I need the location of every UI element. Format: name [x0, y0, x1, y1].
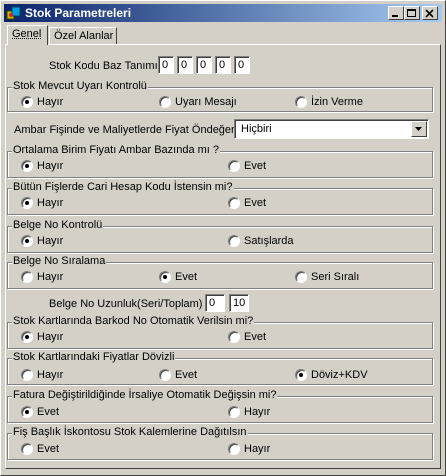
radio-label: Evet: [37, 406, 60, 418]
ortalama-title: Ortalama Birim Fiyatı Ambar Bazında mı ?: [12, 144, 221, 156]
radio-label: Uyarı Mesajı: [175, 96, 237, 108]
radio-label: Satışlarda: [244, 235, 294, 247]
ambar-dropdown-button[interactable]: [411, 121, 427, 137]
mevcut-uyari-title: Stok Mevcut Uyarı Kontrolü: [12, 80, 148, 92]
belge-uzunluk-seri[interactable]: 0: [205, 294, 225, 312]
radio-dot: [21, 96, 33, 108]
chevron-down-icon: [415, 127, 422, 131]
group-cari-hesap: Bütün Fişlerde Cari Hesap Kodu İstensin …: [7, 181, 433, 215]
ambar-fiyat-value: Hiçbiri: [241, 123, 272, 135]
radio-label: Evet: [175, 271, 198, 283]
iskonto-title: Fiş Başlık İskontosu Stok Kalemlerine Da…: [12, 426, 248, 438]
stok-parametreleri-window: Stok Parametreleri Genel Özel Alanlar St…: [0, 0, 446, 476]
radio-dot: [228, 331, 240, 343]
stok-kodu-field-4[interactable]: 0: [215, 56, 231, 74]
cari-hesap-title: Bütün Fişlerde Cari Hesap Kodu İstensin …: [12, 181, 234, 193]
group-doviz: Stok Kartlarındaki Fiyatlar Dövizli: [7, 351, 433, 385]
stok-kodu-field-3[interactable]: 0: [196, 56, 212, 74]
radio-label: Evet: [175, 369, 198, 381]
radio-dot: [159, 369, 171, 381]
group-belge-kontrol: Belge No Kontrolü: [7, 219, 433, 253]
window-title: Stok Parametreleri: [25, 6, 132, 20]
close-icon: [425, 9, 434, 18]
tab-ozel-alanlar-label: Özel Alanlar: [54, 30, 114, 42]
radio-dot: [228, 160, 240, 172]
irsaliye-title: Fatura Değiştirildiğinde İrsaliye Otomat…: [12, 389, 278, 401]
stok-kodu-label: Stok Kodu Baz Tanımı: [49, 60, 158, 72]
radio-label: Hayır: [37, 197, 64, 209]
minimize-icon: [392, 15, 398, 17]
radio-dot: [21, 235, 33, 247]
radio-dot: [21, 443, 33, 455]
radio-dot: [21, 406, 33, 418]
radio-label: Döviz+KDV: [311, 369, 368, 381]
stok-kodu-field-5[interactable]: 0: [234, 56, 250, 74]
stok-kodu-field-1[interactable]: 0: [158, 56, 174, 74]
close-button[interactable]: [422, 6, 438, 20]
radio-label: Seri Sıralı: [311, 271, 360, 283]
belge-uzunluk-label: Belge No Uzunluk(Seri/Toplam): [49, 298, 203, 310]
radio-dot: [159, 96, 171, 108]
radio-label: Hayır: [37, 331, 64, 343]
radio-label: Hayır: [37, 235, 64, 247]
radio-label: Hayır: [37, 369, 64, 381]
radio-dot: [21, 331, 33, 343]
doviz-title: Stok Kartlarındaki Fiyatlar Dövizli: [12, 351, 176, 363]
tab-ozel-alanlar[interactable]: Özel Alanlar: [49, 27, 117, 45]
group-barkod: Stok Kartlarında Barkod No Otomatik Veri…: [7, 315, 433, 349]
group-belge-siralama: Belge No Sıralama: [7, 255, 433, 289]
radio-dot: [295, 96, 307, 108]
barkod-title: Stok Kartlarında Barkod No Otomatik Veri…: [12, 315, 255, 327]
group-irsaliye: Fatura Değiştirildiğinde İrsaliye Otomat…: [7, 389, 433, 423]
maximize-button[interactable]: [404, 6, 420, 20]
ambar-fiyat-select[interactable]: Hiçbiri: [234, 119, 429, 139]
tab-genel-label: Genel: [12, 28, 42, 40]
radio-dot: [21, 197, 33, 209]
group-iskonto: Fiş Başlık İskontosu Stok Kalemlerine Da…: [7, 426, 433, 460]
radio-label: İzin Verme: [311, 96, 363, 108]
radio-dot: [228, 197, 240, 209]
belge-kontrol-title: Belge No Kontrolü: [12, 219, 104, 231]
maximize-icon: [407, 9, 416, 17]
radio-dot: [228, 235, 240, 247]
radio-dot: [295, 369, 307, 381]
radio-label: Evet: [244, 331, 267, 343]
radio-label: Hayır: [244, 443, 271, 455]
app-icon: [6, 6, 21, 20]
belge-uzunluk-toplam[interactable]: 10: [229, 294, 249, 312]
radio-label: Hayır: [37, 96, 64, 108]
radio-dot: [295, 271, 307, 283]
belge-siralama-title: Belge No Sıralama: [12, 255, 107, 267]
stok-kodu-field-2[interactable]: 0: [177, 56, 193, 74]
radio-dot: [21, 369, 33, 381]
radio-dot: [228, 406, 240, 418]
radio-label: Hayır: [37, 271, 64, 283]
radio-label: Evet: [244, 160, 267, 172]
radio-label: Hayır: [37, 160, 64, 172]
group-ortalama: Ortalama Birim Fiyatı Ambar Bazında mı ?: [7, 144, 433, 178]
radio-dot: [228, 443, 240, 455]
radio-label: Evet: [244, 197, 267, 209]
radio-dot: [21, 160, 33, 172]
radio-dot: [21, 271, 33, 283]
tab-genel[interactable]: Genel: [7, 25, 48, 45]
radio-label: Hayır: [244, 406, 271, 418]
minimize-button[interactable]: [388, 6, 404, 20]
title-bar[interactable]: Stok Parametreleri: [4, 4, 442, 22]
radio-dot: [159, 271, 171, 283]
ambar-label: Ambar Fişinde ve Maliyetlerde Fiyat Önde…: [14, 124, 238, 136]
radio-label: Evet: [37, 443, 60, 455]
